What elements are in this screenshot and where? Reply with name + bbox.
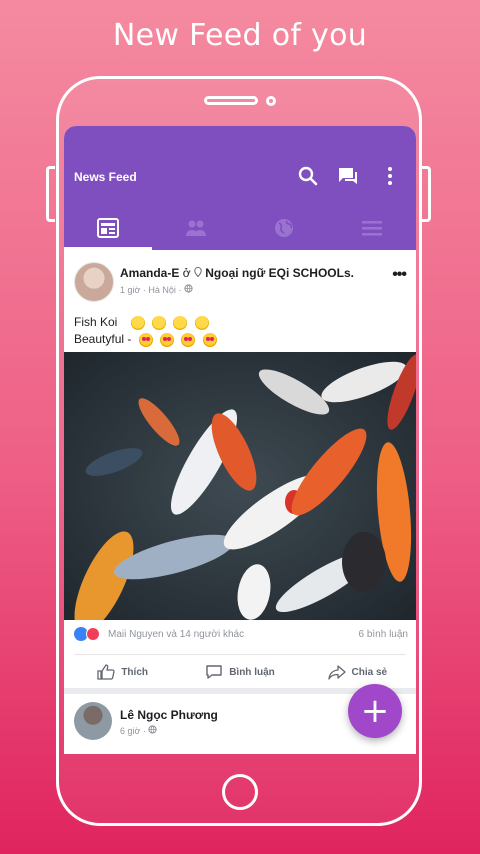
phone-home-button[interactable]: [222, 774, 258, 810]
post2-author[interactable]: Lê Ngọc Phương: [120, 708, 218, 722]
avatar[interactable]: [74, 702, 112, 740]
globe-small-icon: [184, 284, 193, 293]
post-line-2-text: Beautyful -: [74, 332, 132, 346]
page-headline: New Feed of you: [112, 18, 368, 53]
newspaper-icon: [97, 218, 119, 238]
avatar[interactable]: [74, 262, 114, 302]
reactions-text: Maii Nguyen và 14 người khác: [108, 629, 245, 640]
tab-bar: [64, 206, 416, 250]
phone-speaker: [204, 96, 258, 105]
app-screen: News Feed Amanda-E ở Ngoại ngữ EQi SCHOO…: [64, 126, 416, 754]
heart-eyes-emoji-icon: [202, 332, 217, 347]
post-line-1-text: Fish Koi: [74, 315, 118, 329]
love-reaction-icon: [86, 627, 100, 641]
like-label: Thích: [121, 666, 148, 678]
post2-meta: 6 giờ ·: [120, 725, 158, 736]
share-label: Chia sẻ: [351, 666, 388, 678]
comments-count[interactable]: 6 bình luận: [359, 629, 409, 640]
post-location[interactable]: Ngoại ngữ EQi SCHOOLs.: [205, 266, 354, 280]
messages-icon[interactable]: [336, 164, 360, 188]
heart-eyes-emoji-icon: [181, 332, 196, 347]
smile-emoji-icon: [173, 315, 188, 330]
tab-friends[interactable]: [152, 206, 240, 250]
people-icon: [186, 220, 206, 236]
post-header: Amanda-E ở Ngoại ngữ EQi SCHOOLs. 1 giờ …: [64, 250, 416, 306]
phone-side-button-right: [422, 166, 431, 222]
globe-small-icon: [148, 725, 158, 734]
more-vert-icon[interactable]: [378, 164, 402, 188]
thumbs-up-icon: [97, 664, 115, 680]
search-icon[interactable]: [296, 164, 320, 188]
post-time-place: 1 giờ · Hà Nội ·: [120, 285, 182, 295]
app-bar: News Feed: [64, 126, 416, 250]
post-meta: 1 giờ · Hà Nội ·: [120, 284, 193, 295]
create-post-fab[interactable]: +: [348, 684, 402, 738]
menu-icon: [362, 221, 382, 236]
appbar-title: News Feed: [74, 170, 137, 184]
globe-icon: [275, 219, 293, 237]
location-pin-icon: [194, 266, 202, 278]
post-photo[interactable]: [64, 352, 416, 620]
at-word: ở: [182, 266, 191, 280]
post-more-button[interactable]: •••: [392, 266, 407, 284]
koi-fish-photo: [64, 352, 416, 620]
divider: [74, 654, 406, 655]
post-author-line: Amanda-E ở Ngoại ngữ EQi SCHOOLs.: [120, 266, 354, 280]
tab-explore[interactable]: [240, 206, 328, 250]
post-author[interactable]: Amanda-E: [120, 266, 179, 280]
heart-eyes-emoji-icon: [138, 332, 153, 347]
like-button[interactable]: Thích: [64, 656, 181, 688]
tab-newsfeed[interactable]: [64, 206, 152, 250]
comment-button[interactable]: Bình luận: [181, 656, 298, 688]
plus-icon: +: [360, 691, 390, 731]
comment-label: Bình luận: [229, 666, 275, 678]
heart-eyes-emoji-icon: [160, 332, 175, 347]
post-line-1: Fish Koi: [74, 314, 217, 331]
post-line-2: Beautyful -: [74, 331, 217, 348]
comment-icon: [206, 665, 222, 679]
share-button[interactable]: Chia sẻ: [299, 656, 416, 688]
phone-side-button-left: [46, 166, 55, 222]
smile-emoji-icon: [130, 315, 145, 330]
smile-emoji-icon: [194, 315, 209, 330]
reactions-summary[interactable]: Maii Nguyen và 14 người khác 6 bình luận: [74, 626, 408, 644]
smile-emoji-icon: [152, 315, 167, 330]
post-text: Fish Koi Beautyful -: [74, 314, 217, 348]
tab-menu[interactable]: [328, 206, 416, 250]
phone-camera: [266, 96, 276, 106]
post2-time: 6 giờ ·: [120, 726, 146, 736]
post-actions: Thích Bình luận Chia sẻ: [64, 656, 416, 688]
share-icon: [327, 665, 346, 680]
